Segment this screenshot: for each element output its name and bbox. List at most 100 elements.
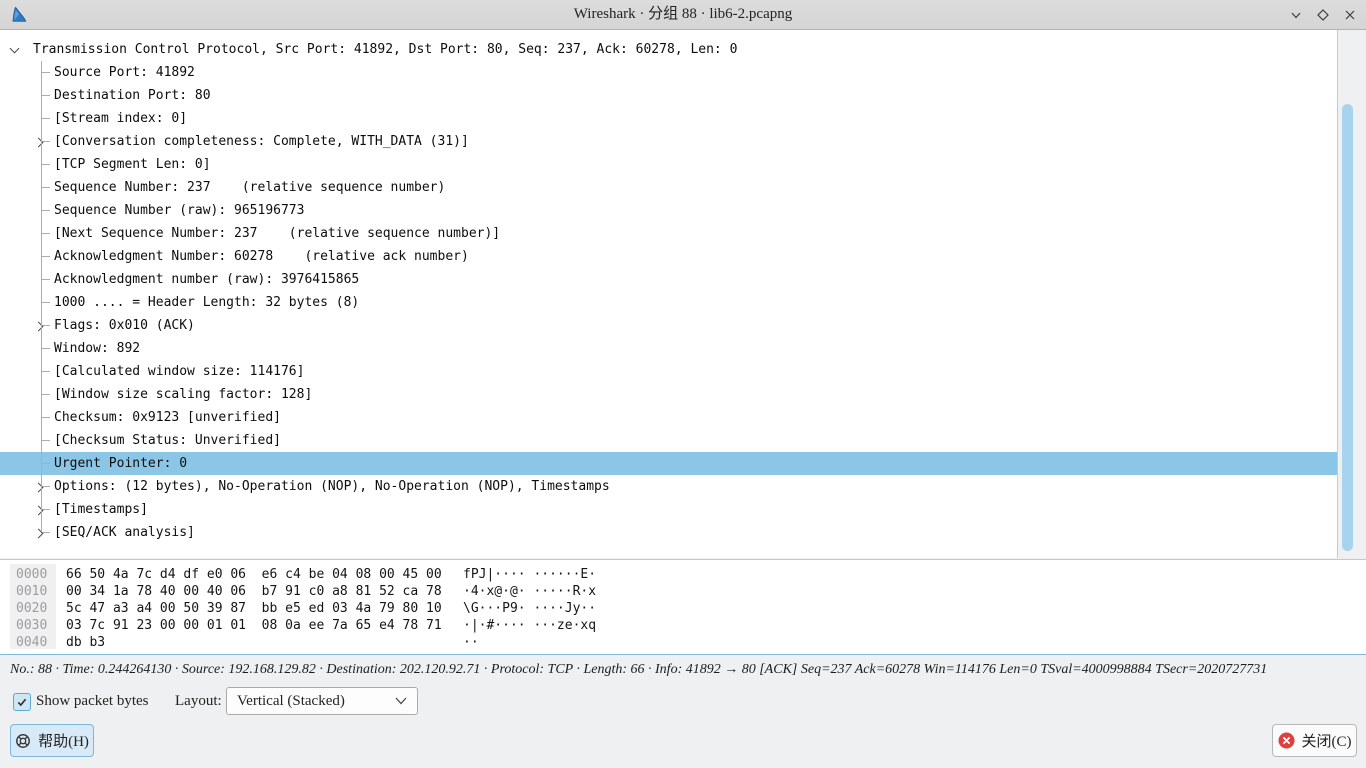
tree-row-label: [Checksum Status: Unverified] bbox=[54, 433, 281, 448]
tree-row[interactable]: Checksum: 0x9123 [unverified] bbox=[0, 406, 1337, 429]
tree-tick bbox=[41, 417, 50, 418]
chevron-right-icon[interactable] bbox=[35, 528, 45, 538]
hex-row[interactable]: 00205c 47 a3 a4 00 50 39 87 bb e5 ed 03 … bbox=[0, 600, 1366, 617]
tree-row[interactable]: [SEQ/ACK analysis] bbox=[0, 521, 1337, 544]
chevron-down-icon bbox=[395, 697, 407, 705]
tree-row[interactable]: Options: (12 bytes), No-Operation (NOP),… bbox=[0, 475, 1337, 498]
window-title: Wireshark · 分组 88 · lib6-2.pcapng bbox=[0, 0, 1366, 29]
tree-row-label: [Next Sequence Number: 237 (relative seq… bbox=[54, 226, 500, 241]
hex-offset: 0010 bbox=[16, 583, 66, 600]
tree-row-label: Acknowledgment Number: 60278 (relative a… bbox=[54, 249, 469, 264]
layout-label: Layout: bbox=[175, 689, 222, 713]
titlebar: Wireshark · 分组 88 · lib6-2.pcapng bbox=[0, 0, 1366, 30]
layout-dropdown[interactable]: Vertical (Stacked) bbox=[226, 687, 418, 715]
tree-tick bbox=[41, 279, 50, 280]
tree-tick bbox=[41, 95, 50, 96]
chevron-right-icon[interactable] bbox=[35, 137, 45, 147]
hex-row[interactable]: 001000 34 1a 78 40 00 40 06 b7 91 c0 a8 … bbox=[0, 583, 1366, 600]
show-packet-bytes-label: Show packet bytes bbox=[36, 689, 148, 713]
tree-row[interactable]: [Conversation completeness: Complete, WI… bbox=[0, 130, 1337, 153]
tree-row[interactable]: 1000 .... = Header Length: 32 bytes (8) bbox=[0, 291, 1337, 314]
tree-row[interactable]: [Timestamps] bbox=[0, 498, 1337, 521]
hex-bytes[interactable]: db b3 bbox=[66, 634, 463, 651]
tree-row[interactable]: Transmission Control Protocol, Src Port:… bbox=[0, 38, 1337, 61]
packet-bytes-pane[interactable]: 000066 50 4a 7c d4 df e0 06 e6 c4 be 04 … bbox=[0, 559, 1366, 655]
tree-tick bbox=[41, 371, 50, 372]
help-button-label: 帮助(H) bbox=[38, 730, 89, 751]
tree-row-label: [Stream index: 0] bbox=[54, 111, 187, 126]
tree-row-label: Destination Port: 80 bbox=[54, 88, 211, 103]
minimize-icon[interactable] bbox=[1287, 6, 1304, 23]
tree-row[interactable]: Destination Port: 80 bbox=[0, 84, 1337, 107]
tree-tick bbox=[41, 233, 50, 234]
chevron-down-icon[interactable] bbox=[10, 45, 20, 55]
tree-row-label: Source Port: 41892 bbox=[54, 65, 195, 80]
chevron-right-icon[interactable] bbox=[35, 482, 45, 492]
hex-bytes[interactable]: 00 34 1a 78 40 00 40 06 b7 91 c0 a8 81 5… bbox=[66, 583, 463, 600]
chevron-right-icon[interactable] bbox=[35, 321, 45, 331]
hex-ascii[interactable]: fPJ|···· ······E· bbox=[463, 567, 596, 582]
tree-indent-guide bbox=[41, 61, 42, 532]
tree-row[interactable]: Window: 892 bbox=[0, 337, 1337, 360]
hex-bytes[interactable]: 66 50 4a 7c d4 df e0 06 e6 c4 be 04 08 0… bbox=[66, 566, 463, 583]
tree-tick bbox=[41, 394, 50, 395]
chevron-right-icon[interactable] bbox=[35, 505, 45, 515]
layout-dropdown-value: Vertical (Stacked) bbox=[227, 693, 395, 710]
hex-ascii[interactable]: ·|·#···· ···ze·xq bbox=[463, 618, 596, 633]
tree-row[interactable]: Acknowledgment Number: 60278 (relative a… bbox=[0, 245, 1337, 268]
tree-row[interactable]: [Next Sequence Number: 237 (relative seq… bbox=[0, 222, 1337, 245]
scrollbar-thumb[interactable] bbox=[1342, 104, 1353, 551]
help-button[interactable]: 帮助(H) bbox=[10, 724, 94, 757]
hex-row[interactable]: 003003 7c 91 23 00 00 01 01 08 0a ee 7a … bbox=[0, 617, 1366, 634]
hex-offset: 0030 bbox=[16, 617, 66, 634]
hex-offset: 0020 bbox=[16, 600, 66, 617]
tree-row[interactable]: [Window size scaling factor: 128] bbox=[0, 383, 1337, 406]
tree-row-label: [Window size scaling factor: 128] bbox=[54, 387, 312, 402]
packet-detail-tree[interactable]: Transmission Control Protocol, Src Port:… bbox=[0, 30, 1337, 558]
close-button[interactable]: 关闭(C) bbox=[1272, 724, 1357, 757]
tree-row[interactable]: Acknowledgment number (raw): 3976415865 bbox=[0, 268, 1337, 291]
tree-row-label: Window: 892 bbox=[54, 341, 140, 356]
close-icon[interactable] bbox=[1341, 6, 1358, 23]
tree-row-label: Flags: 0x010 (ACK) bbox=[54, 318, 195, 333]
packet-summary-line: No.: 88 · Time: 0.244264130 · Source: 19… bbox=[10, 657, 1356, 683]
tree-row[interactable]: Source Port: 41892 bbox=[0, 61, 1337, 84]
tree-row[interactable]: Sequence Number: 237 (relative sequence … bbox=[0, 176, 1337, 199]
tree-row[interactable]: [Calculated window size: 114176] bbox=[0, 360, 1337, 383]
tree-row[interactable]: Flags: 0x010 (ACK) bbox=[0, 314, 1337, 337]
tree-row-label: [SEQ/ACK analysis] bbox=[54, 525, 195, 540]
tree-row[interactable]: [TCP Segment Len: 0] bbox=[0, 153, 1337, 176]
hex-offset: 0040 bbox=[16, 634, 66, 651]
maximize-icon[interactable] bbox=[1314, 6, 1331, 23]
hex-row[interactable]: 0040db b3·· bbox=[0, 634, 1366, 651]
tree-row[interactable]: [Stream index: 0] bbox=[0, 107, 1337, 130]
close-red-icon bbox=[1278, 732, 1295, 749]
hex-row[interactable]: 000066 50 4a 7c d4 df e0 06 e6 c4 be 04 … bbox=[0, 566, 1366, 583]
tree-tick bbox=[41, 118, 50, 119]
tree-row-label: 1000 .... = Header Length: 32 bytes (8) bbox=[54, 295, 359, 310]
hex-offset: 0000 bbox=[16, 566, 66, 583]
tree-row-label: Acknowledgment number (raw): 3976415865 bbox=[54, 272, 359, 287]
tree-tick bbox=[41, 256, 50, 257]
tree-tick bbox=[41, 164, 50, 165]
tree-row[interactable]: [Checksum Status: Unverified] bbox=[0, 429, 1337, 452]
tree-tick bbox=[41, 348, 50, 349]
hex-bytes[interactable]: 5c 47 a3 a4 00 50 39 87 bb e5 ed 03 4a 7… bbox=[66, 600, 463, 617]
hex-ascii[interactable]: ·4·x@·@· ·····R·x bbox=[463, 584, 596, 599]
close-button-label: 关闭(C) bbox=[1302, 730, 1352, 751]
tree-tick bbox=[41, 210, 50, 211]
tree-row[interactable]: Sequence Number (raw): 965196773 bbox=[0, 199, 1337, 222]
tree-row-label: Transmission Control Protocol, Src Port:… bbox=[33, 42, 737, 57]
tree-row-label: Options: (12 bytes), No-Operation (NOP),… bbox=[54, 479, 610, 494]
tree-row-label: Checksum: 0x9123 [unverified] bbox=[54, 410, 281, 425]
hex-ascii[interactable]: ·· bbox=[463, 635, 479, 650]
tree-row-label: [Conversation completeness: Complete, WI… bbox=[54, 134, 469, 149]
tree-row[interactable]: Urgent Pointer: 0 bbox=[0, 452, 1337, 475]
tree-row-label: Sequence Number: 237 (relative sequence … bbox=[54, 180, 445, 195]
vertical-scrollbar[interactable] bbox=[1337, 30, 1366, 558]
hex-ascii[interactable]: \G···P9· ····Jy·· bbox=[463, 601, 596, 616]
show-packet-bytes-checkbox[interactable] bbox=[13, 693, 31, 711]
tree-row-label: Urgent Pointer: 0 bbox=[54, 456, 187, 471]
hex-bytes[interactable]: 03 7c 91 23 00 00 01 01 08 0a ee 7a 65 e… bbox=[66, 617, 463, 634]
tree-tick bbox=[41, 302, 50, 303]
